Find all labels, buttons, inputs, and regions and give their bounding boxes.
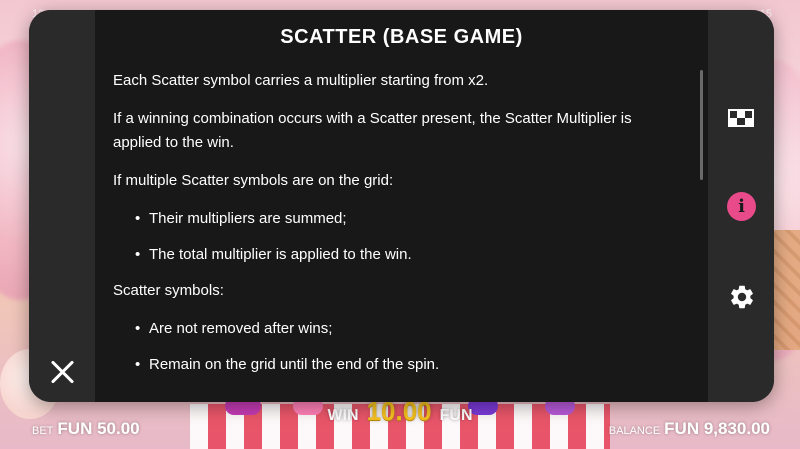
scatter-info-modal: SCATTER (BASE GAME) Each Scatter symbol … bbox=[29, 10, 774, 402]
right-rail: i bbox=[708, 10, 774, 402]
list-item: Remain on the grid until the end of the … bbox=[135, 353, 668, 377]
paragraph: If a winning combination occurs with a S… bbox=[113, 110, 632, 151]
paytable-icon[interactable] bbox=[728, 109, 754, 127]
info-icon[interactable]: i bbox=[727, 192, 756, 221]
modal-title: SCATTER (BASE GAME) bbox=[280, 26, 523, 48]
balance-display: BALANCE FUN 9,830.00 bbox=[609, 419, 770, 439]
list-item: Their multipliers are summed; bbox=[135, 207, 668, 231]
bullet-list: Are not removed after wins; Remain on th… bbox=[135, 317, 668, 377]
paragraph: Each Scatter symbol carries a multiplier… bbox=[113, 72, 489, 89]
list-item: Are not removed after wins; bbox=[135, 317, 668, 341]
gear-icon[interactable] bbox=[728, 283, 756, 311]
modal-content[interactable]: SCATTER (BASE GAME) Each Scatter symbol … bbox=[95, 10, 708, 402]
modal-body: Each Scatter symbol carries a multiplier… bbox=[95, 49, 708, 377]
balance-label: BALANCE bbox=[608, 425, 661, 437]
list-item: The total multiplier is applied to the w… bbox=[135, 243, 668, 267]
balance-value: FUN 9,830.00 bbox=[664, 419, 770, 438]
win-label: WIN bbox=[327, 407, 359, 424]
paragraph: If multiple Scatter symbols are on the g… bbox=[113, 172, 394, 189]
left-rail bbox=[29, 10, 95, 402]
scrollbar[interactable] bbox=[700, 70, 703, 180]
close-icon[interactable] bbox=[49, 359, 75, 385]
bullet-list: Their multipliers are summed; The total … bbox=[135, 207, 668, 267]
win-currency: FUN bbox=[439, 407, 473, 424]
paragraph: Scatter symbols: bbox=[113, 282, 224, 299]
